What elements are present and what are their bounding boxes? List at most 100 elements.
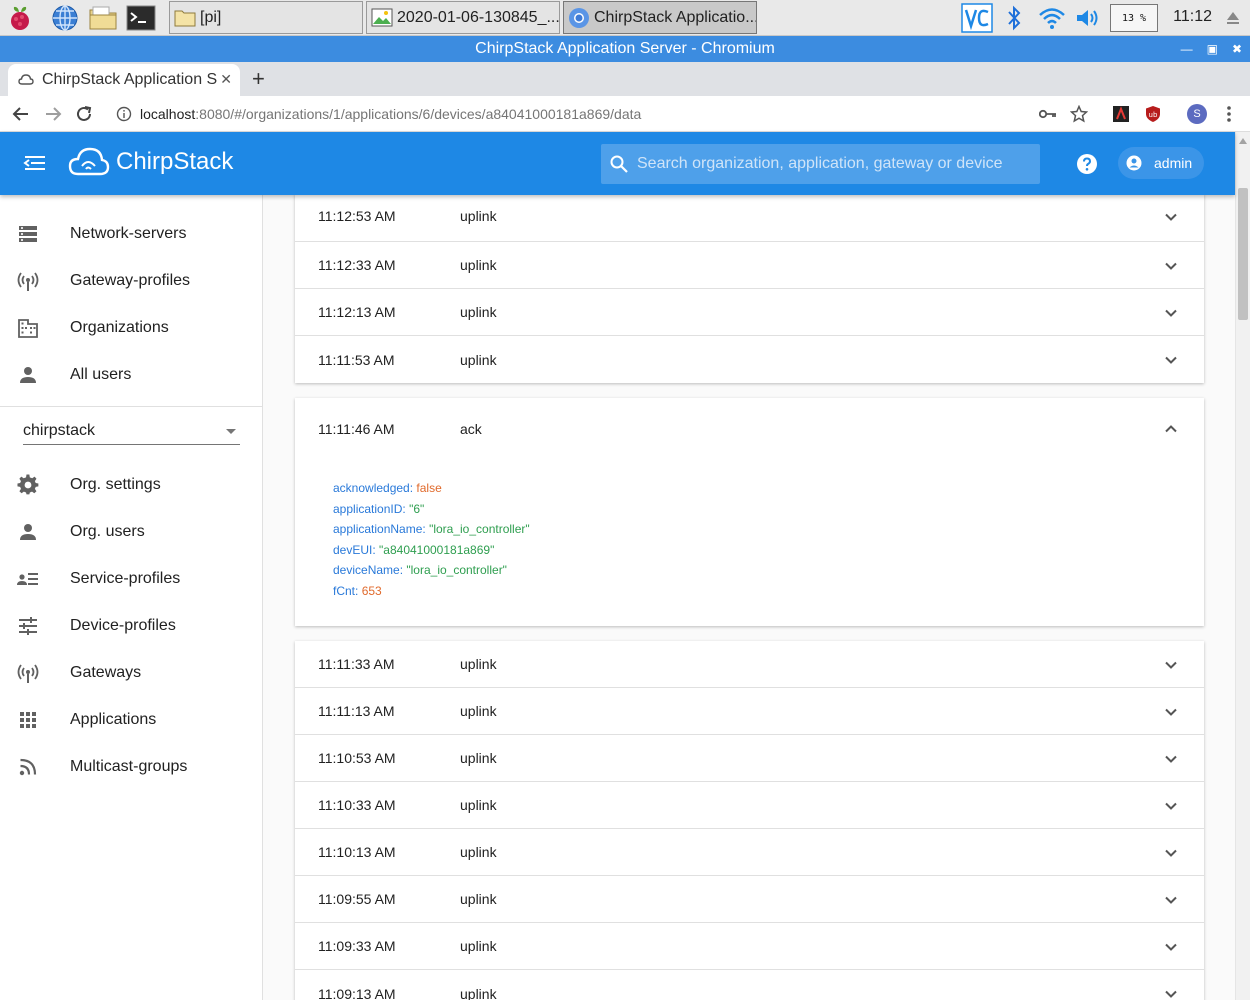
sidebar-item-device-profiles[interactable]: Device-profiles — [0, 602, 263, 649]
sidebar: Network-servers Gateway-profiles Organiz… — [0, 195, 263, 1000]
cpu-monitor[interactable]: 13 % — [1109, 0, 1159, 36]
page-scrollbar[interactable] — [1235, 132, 1250, 1000]
forward-button[interactable] — [41, 102, 65, 126]
taskbar-task-chromium[interactable]: ChirpStack Applicatio... — [563, 1, 757, 34]
sidebar-item-label: Applications — [70, 710, 157, 728]
scrollbar-thumb[interactable] — [1238, 188, 1248, 320]
search-icon — [610, 155, 628, 173]
frame-type: uplink — [460, 208, 497, 224]
back-button[interactable] — [9, 102, 33, 126]
terminal-icon[interactable] — [126, 3, 156, 33]
sidebar-item-gateways[interactable]: Gateways — [0, 649, 263, 696]
frame-row[interactable]: 11:10:13 AM uplink — [295, 829, 1204, 876]
eject-icon[interactable] — [1222, 0, 1244, 36]
frame-row[interactable]: 11:11:13 AM uplink — [295, 688, 1204, 735]
sidebar-item-gateway-profiles[interactable]: Gateway-profiles — [0, 257, 263, 304]
taskbar-task-screenshot[interactable]: 2020-01-06-130845_... — [366, 1, 560, 34]
sidebar-item-organizations[interactable]: Organizations — [0, 304, 263, 351]
volume-icon[interactable] — [1073, 0, 1103, 36]
chevron-down-icon[interactable] — [1164, 259, 1178, 273]
help-icon[interactable] — [1076, 153, 1098, 175]
sidebar-item-applications[interactable]: Applications — [0, 696, 263, 743]
frame-type: uplink — [460, 304, 497, 320]
frame-type: uplink — [460, 844, 497, 860]
minimize-icon[interactable]: ― — [1181, 36, 1193, 62]
json-key: applicationName: — [333, 522, 426, 536]
json-field: deviceName: "lora_io_controller" — [333, 560, 530, 581]
rss-icon — [17, 756, 39, 778]
chevron-down-icon[interactable] — [1164, 799, 1178, 813]
sidebar-item-org-users[interactable]: Org. users — [0, 508, 263, 555]
scroll-up-arrow-icon[interactable] — [1239, 138, 1247, 144]
frame-time: 11:12:53 AM — [318, 208, 396, 224]
menu-open-icon[interactable] — [22, 150, 48, 176]
chevron-up-icon[interactable] — [1164, 422, 1178, 436]
chevron-down-icon[interactable] — [1164, 846, 1178, 860]
chevron-down-icon[interactable] — [1164, 705, 1178, 719]
info-icon[interactable] — [116, 106, 132, 122]
frame-row[interactable]: 11:11:53 AM uplink — [295, 336, 1204, 383]
extension-icon[interactable] — [1111, 104, 1131, 124]
chevron-down-icon[interactable] — [1164, 987, 1178, 1000]
maximize-icon[interactable]: ▣ — [1207, 36, 1218, 62]
organization-select-value: chirpstack — [23, 421, 96, 439]
bluetooth-icon[interactable] — [1002, 0, 1026, 36]
chevron-down-icon[interactable] — [1164, 658, 1178, 672]
chevron-down-icon[interactable] — [1164, 353, 1178, 367]
frame-row[interactable]: 11:12:53 AM uplink — [295, 195, 1204, 242]
sidebar-item-network-servers[interactable]: Network-servers — [0, 210, 263, 257]
frame-row-expanded-header[interactable]: 11:11:46 AM ack — [295, 398, 1204, 459]
sidebar-item-multicast-groups[interactable]: Multicast-groups — [0, 743, 263, 790]
json-value: "6" — [409, 501, 425, 516]
grid-icon — [17, 709, 39, 731]
search-input[interactable] — [637, 155, 1027, 173]
frame-list-top: 11:12:53 AM uplink 11:12:33 AM uplink 11… — [295, 195, 1204, 383]
frame-row[interactable]: 11:09:33 AM uplink — [295, 923, 1204, 970]
antenna-icon — [17, 662, 39, 684]
frame-type: uplink — [460, 797, 497, 813]
address-bar[interactable]: localhost:8080/#/organizations/1/applica… — [106, 100, 1106, 128]
tab-close-icon[interactable]: ✕ — [220, 71, 232, 88]
json-field: applicationID: "6" — [333, 499, 530, 520]
bookmark-star-icon[interactable] — [1069, 104, 1089, 124]
web-browser-icon[interactable] — [50, 3, 80, 33]
frame-row[interactable]: 11:09:55 AM uplink — [295, 876, 1204, 923]
window-titlebar: ChirpStack Application Server - Chromium… — [0, 36, 1250, 62]
user-menu-button[interactable]: admin — [1118, 147, 1204, 179]
chevron-down-icon[interactable] — [1164, 306, 1178, 320]
frame-row[interactable]: 11:10:33 AM uplink — [295, 782, 1204, 829]
frame-row[interactable]: 11:11:33 AM uplink — [295, 641, 1204, 688]
frame-row[interactable]: 11:10:53 AM uplink — [295, 735, 1204, 782]
json-key: acknowledged: — [333, 481, 414, 495]
close-icon[interactable]: ✖ — [1232, 36, 1242, 62]
more-menu-icon[interactable] — [1219, 104, 1239, 124]
sidebar-item-service-profiles[interactable]: Service-profiles — [0, 555, 263, 602]
vnc-icon[interactable] — [960, 0, 994, 36]
chevron-down-icon[interactable] — [1164, 893, 1178, 907]
raspberry-menu-icon[interactable] — [5, 3, 35, 33]
brand-logo[interactable]: ChirpStack — [68, 146, 233, 178]
wifi-icon[interactable] — [1037, 0, 1067, 36]
browser-tab[interactable]: ChirpStack Application S ✕ — [8, 64, 240, 96]
key-icon[interactable] — [1038, 104, 1058, 124]
frame-list-bottom: 11:11:33 AM uplink 11:11:13 AM uplink 11… — [295, 641, 1204, 1000]
new-tab-button[interactable]: + — [252, 66, 265, 92]
profile-avatar[interactable]: S — [1187, 104, 1207, 124]
frame-row[interactable]: 11:12:13 AM uplink — [295, 289, 1204, 336]
chirpstack-favicon-icon — [18, 74, 34, 85]
frame-type: uplink — [460, 703, 497, 719]
reload-button[interactable] — [72, 102, 96, 126]
frame-row[interactable]: 11:12:33 AM uplink — [295, 242, 1204, 289]
chevron-down-icon[interactable] — [1164, 210, 1178, 224]
file-manager-icon[interactable] — [88, 3, 118, 33]
search-box[interactable] — [601, 144, 1040, 184]
sidebar-item-org-settings[interactable]: Org. settings — [0, 461, 263, 508]
chevron-down-icon[interactable] — [1164, 940, 1178, 954]
taskbar-task-pi[interactable]: [pi] — [169, 1, 363, 34]
server-icon — [17, 223, 39, 245]
ublock-icon[interactable]: ub — [1143, 104, 1163, 124]
organization-select[interactable]: chirpstack — [23, 417, 240, 445]
sidebar-item-all-users[interactable]: All users — [0, 351, 263, 398]
chevron-down-icon[interactable] — [1164, 752, 1178, 766]
frame-row[interactable]: 11:09:13 AM uplink — [295, 970, 1204, 1000]
